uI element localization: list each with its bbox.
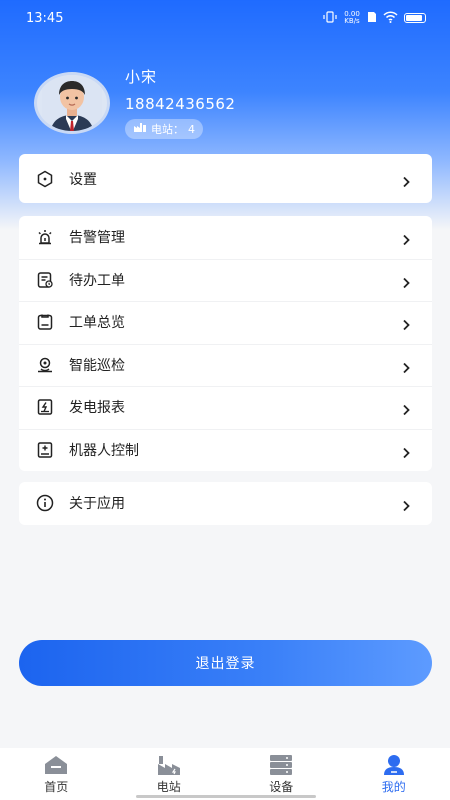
robot-control-icon [35,440,55,460]
user-profile[interactable]: 小宋 18842436562 电站： 4 [34,66,235,139]
user-info: 小宋 18842436562 电站： 4 [125,66,235,139]
info-icon [35,493,55,513]
chevron-right-icon [400,274,412,288]
sim-icon [367,11,377,26]
station-label: 电站： [151,123,184,136]
chevron-right-icon [400,401,412,416]
network-speed: 0.00 KB/s [344,10,360,25]
status-bar: 13:45 0.00 KB/s [0,0,450,36]
menu-item-robot-control[interactable]: 机器人控制 [19,428,432,472]
user-icon [381,754,407,776]
tab-station[interactable]: 电站 [113,748,226,800]
menu-item-label: 机器人控制 [69,442,139,459]
tab-label: 首页 [44,779,69,794]
menu-item-label: 设置 [69,171,97,188]
status-icons: 0.00 KB/s [323,11,426,26]
tab-label: 电站 [156,779,181,794]
location-inspect-icon [35,355,55,375]
menu-item-todo-tickets[interactable]: 待办工单 [19,258,432,302]
tab-home[interactable]: 首页 [0,748,113,800]
clipboard-icon [35,312,55,332]
tab-devices[interactable]: 设备 [225,748,338,800]
hexagon-settings-icon [35,169,55,189]
menu-item-alarm-management[interactable]: 告警管理 [19,216,432,259]
settings-card: 设置 [19,154,432,203]
station-count: 4 [188,122,195,136]
todo-ticket-icon [35,270,55,290]
chevron-right-icon [400,173,412,187]
chevron-right-icon [400,444,412,458]
menu-item-label: 智能巡检 [69,357,125,374]
menu-item-label: 工单总览 [69,315,125,332]
tab-label: 设备 [269,779,294,794]
wifi-icon [383,10,398,26]
status-time: 13:45 [26,10,64,26]
user-name: 小宋 [125,68,158,86]
chevron-right-icon [400,497,412,512]
station-count-badge: 电站： 4 [125,119,203,139]
chevron-right-icon [400,316,412,331]
home-icon [43,754,69,776]
about-card: 关于应用 [19,482,432,525]
server-icon [268,754,294,776]
menu-item-label: 关于应用 [69,496,125,513]
menu-item-settings[interactable]: 设置 [19,154,432,203]
factory-icon [133,122,147,136]
menu-item-power-report[interactable]: 发电报表 [19,386,432,429]
avatar[interactable] [34,71,110,134]
factory-icon [156,754,182,776]
user-phone: 18842436562 [125,95,236,113]
menu-item-label: 待办工单 [69,272,125,289]
logout-button[interactable]: 退出登录 [19,640,432,686]
battery-icon [404,13,426,23]
menu-item-ticket-overview[interactable]: 工单总览 [19,301,432,344]
tab-label: 我的 [381,779,406,794]
chevron-right-icon [400,231,412,246]
chevron-right-icon [400,359,412,373]
vibrate-icon [323,10,337,26]
menu-item-smart-inspection[interactable]: 智能巡检 [19,343,432,387]
function-menu-card: 告警管理 待办工单 工单总览 智能巡检 发电报表 机器人控制 [19,216,432,471]
menu-item-label: 发电报表 [69,400,125,417]
bottom-tab-bar: 首页 电站 设备 我的 [0,748,450,800]
menu-item-about[interactable]: 关于应用 [19,482,432,525]
tab-mine[interactable]: 我的 [338,748,450,800]
home-indicator [136,795,316,798]
menu-item-label: 告警管理 [69,230,125,247]
power-report-icon [35,397,55,417]
alarm-light-icon [35,227,55,247]
